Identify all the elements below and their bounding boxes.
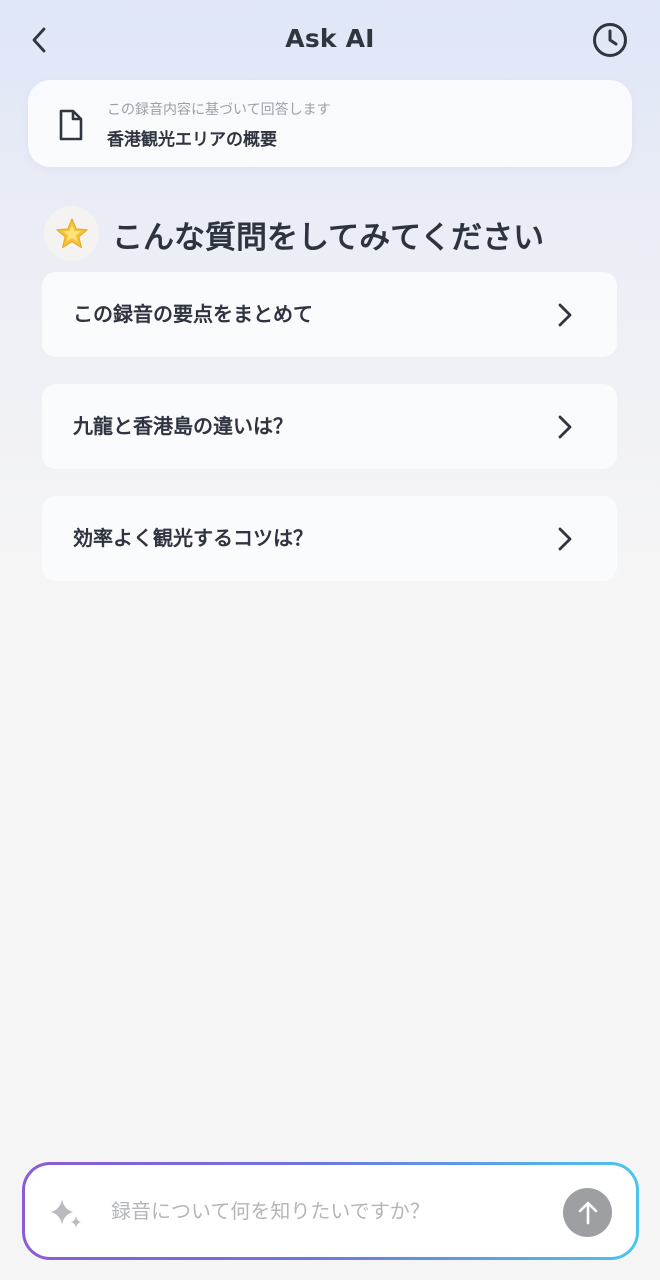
page-title: Ask AI bbox=[285, 24, 375, 53]
clock-icon bbox=[593, 23, 627, 57]
star-icon bbox=[55, 217, 88, 248]
document-icon bbox=[59, 109, 83, 141]
arrow-up-icon bbox=[578, 1201, 597, 1224]
suggestion-label: 効率よく観光するコツは？ bbox=[73, 526, 313, 550]
suggestion-label: 九龍と香港島の違いは？ bbox=[73, 414, 293, 438]
suggestion-item[interactable]: 効率よく観光するコツは？ bbox=[42, 496, 617, 581]
ask-composer-inner bbox=[25, 1165, 636, 1257]
history-button[interactable] bbox=[590, 20, 630, 60]
suggestions-heading: こんな質問をしてみてください bbox=[112, 220, 545, 256]
suggestions-badge bbox=[44, 206, 99, 261]
chevron-right-icon bbox=[558, 303, 572, 327]
source-title: 香港観光エリアの概要 bbox=[107, 130, 277, 150]
send-button[interactable] bbox=[563, 1188, 612, 1237]
source-hint: この録音内容に基づいて回答します bbox=[107, 102, 331, 118]
suggestion-item[interactable]: 九龍と香港島の違いは？ bbox=[42, 384, 617, 469]
chevron-right-icon bbox=[558, 415, 572, 439]
sparkle-icon bbox=[51, 1199, 81, 1228]
source-card bbox=[28, 80, 632, 167]
top-bar: Ask AI bbox=[0, 0, 660, 80]
suggestion-label: この録音の要点をまとめて bbox=[73, 302, 313, 326]
chevron-right-icon bbox=[558, 527, 572, 551]
ask-input[interactable] bbox=[111, 1191, 551, 1231]
ask-composer bbox=[22, 1162, 639, 1260]
suggestion-item[interactable]: この録音の要点をまとめて bbox=[42, 272, 617, 357]
